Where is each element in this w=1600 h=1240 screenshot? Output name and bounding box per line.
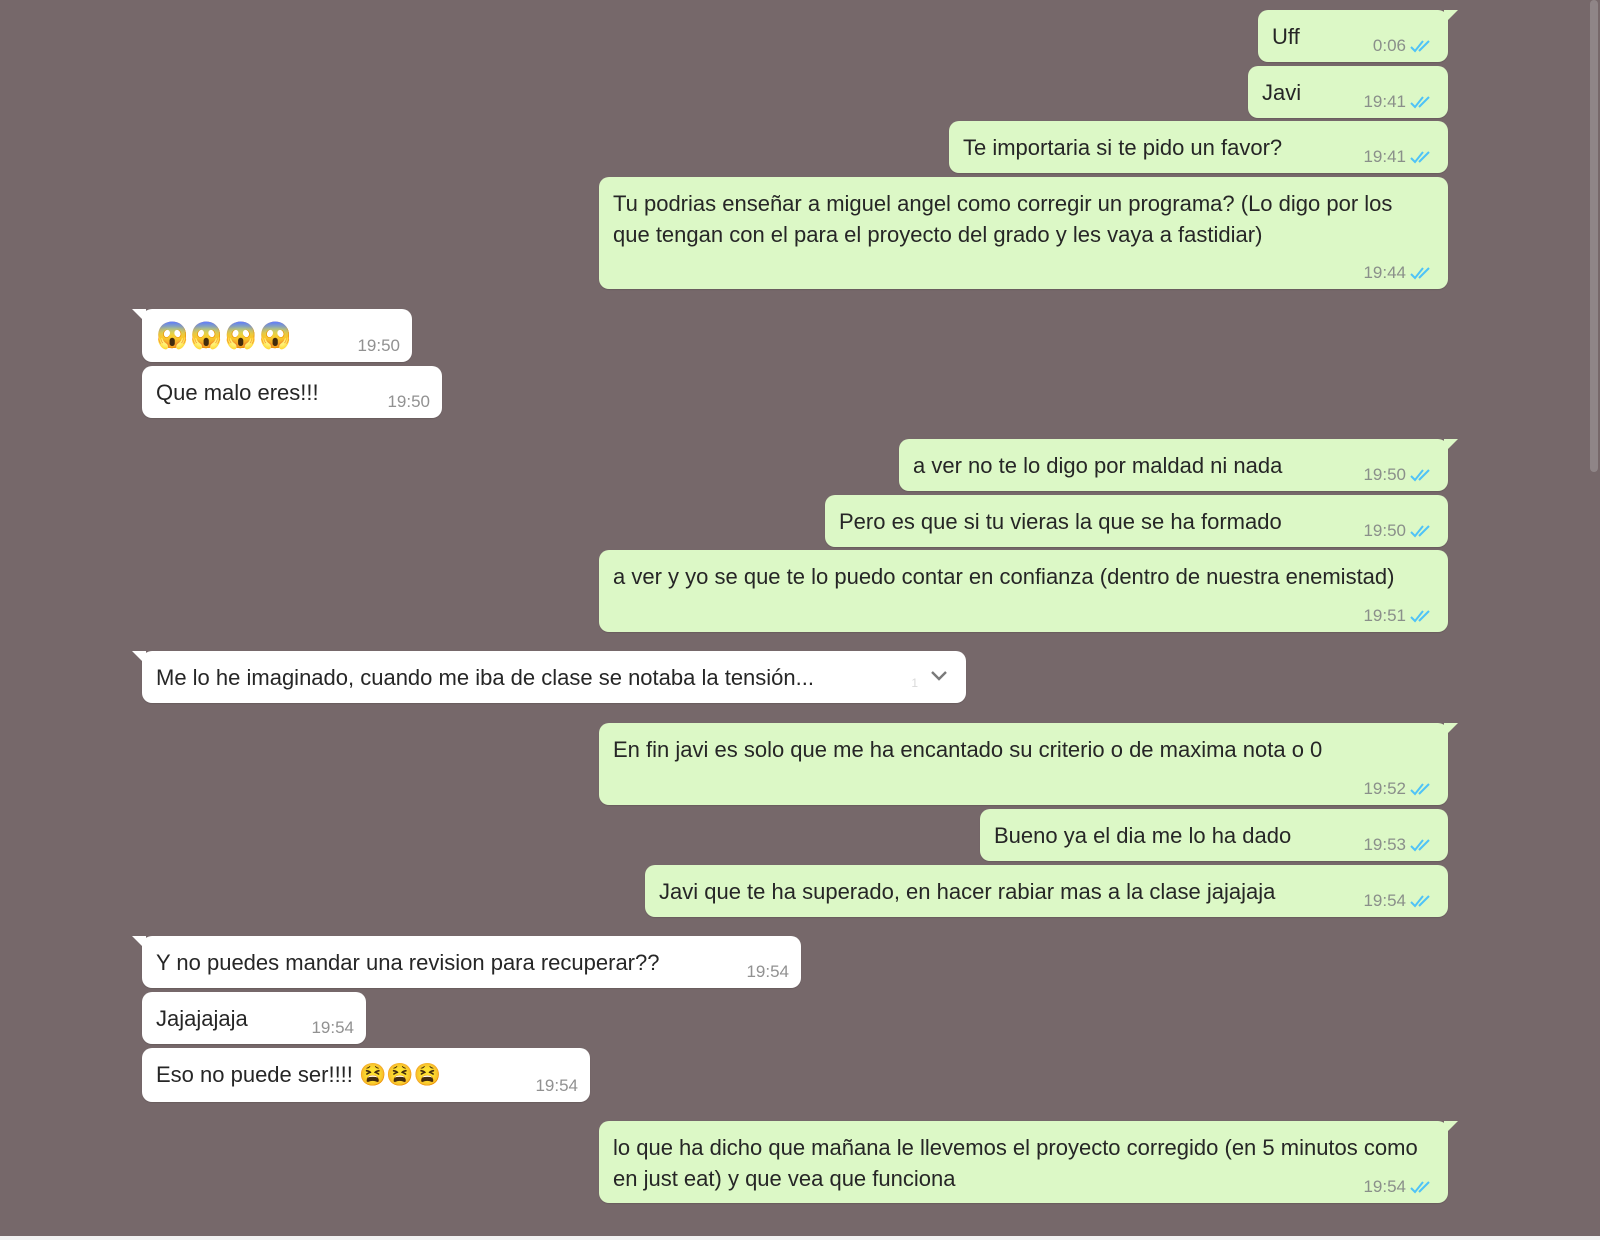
scrollbar-track[interactable]: [1588, 0, 1600, 1240]
message-text: Me lo he imaginado, cuando me iba de cla…: [156, 665, 814, 690]
message-meta: 19:50: [357, 336, 400, 356]
message-bubble-outgoing[interactable]: lo que ha dicho que mañana le llevemos e…: [599, 1121, 1458, 1203]
message-text: Tu podrias enseñar a miguel angel como c…: [613, 191, 1399, 247]
message-time: 19:54: [535, 1076, 578, 1095]
message-meta: 19:50: [1363, 521, 1436, 541]
message-meta: 19:44: [1363, 263, 1436, 283]
double-check-icon: [1410, 267, 1430, 280]
message-time: 19:54: [1363, 891, 1406, 910]
message-bubble-incoming[interactable]: Me lo he imaginado, cuando me iba de cla…: [132, 651, 966, 703]
double-check-icon: [1410, 151, 1430, 164]
message-bubble-incoming[interactable]: Y no puedes mandar una revision para rec…: [132, 936, 801, 988]
double-check-icon: [1410, 525, 1430, 538]
message-time: 19:54: [1363, 1177, 1406, 1196]
message-text: a ver y yo se que te lo puedo contar en …: [613, 564, 1395, 589]
double-check-icon: [1410, 895, 1430, 908]
message-text: Pero es que si tu vieras la que se ha fo…: [839, 509, 1282, 534]
message-bubble-outgoing[interactable]: Tu podrias enseñar a miguel angel como c…: [599, 177, 1448, 289]
message-bubble-outgoing[interactable]: Bueno ya el dia me lo ha dado 19:53: [980, 809, 1448, 861]
message-time: 19:44: [1363, 263, 1406, 282]
message-text: lo que ha dicho que mañana le llevemos e…: [613, 1135, 1424, 1191]
message-text: Javi que te ha superado, en hacer rabiar…: [659, 879, 1276, 904]
message-bubble-outgoing[interactable]: Te importaria si te pido un favor? 19:41: [949, 121, 1448, 173]
double-check-icon: [1410, 839, 1430, 852]
message-bubble-outgoing[interactable]: Pero es que si tu vieras la que se ha fo…: [825, 495, 1448, 547]
message-time: 19:41: [1363, 92, 1406, 111]
double-check-icon: [1410, 96, 1430, 109]
message-bubble-outgoing[interactable]: a ver no te lo digo por maldad ni nada 1…: [899, 439, 1458, 491]
message-time: 19:50: [387, 392, 430, 411]
message-time: 19:54: [311, 1018, 354, 1037]
message-meta: 19:41: [1363, 147, 1436, 167]
message-meta: 19:50: [1363, 465, 1436, 485]
scrollbar-thumb[interactable]: [1590, 0, 1598, 472]
message-time: 19:50: [1363, 521, 1406, 540]
message-meta: 19:51: [1363, 606, 1436, 626]
message-time: 19:50: [357, 336, 400, 355]
message-bubble-outgoing[interactable]: Uff 0:06: [1258, 10, 1458, 62]
message-time: 19:50: [1363, 465, 1406, 484]
message-bubble-outgoing[interactable]: Javi 19:41: [1248, 66, 1448, 118]
message-time: 19:54: [746, 962, 789, 981]
message-text: a ver no te lo digo por maldad ni nada: [913, 453, 1283, 478]
message-bubble-outgoing[interactable]: Javi que te ha superado, en hacer rabiar…: [645, 865, 1448, 917]
message-meta: 19:54: [1363, 891, 1436, 911]
message-bubble-incoming[interactable]: Eso no puede ser!!!! 😫😫😫 19:54: [142, 1048, 590, 1102]
message-bubble-outgoing[interactable]: En fin javi es solo que me ha encantado …: [599, 723, 1458, 805]
message-time: 19:53: [1363, 835, 1406, 854]
message-meta: 19:50: [387, 392, 430, 412]
message-faint-mark: 1: [911, 676, 918, 690]
message-text: En fin javi es solo que me ha encantado …: [613, 737, 1323, 762]
message-meta: 19:54: [311, 1018, 354, 1038]
message-bubble-incoming[interactable]: Jajajajaja 19:54: [142, 992, 366, 1044]
double-check-icon: [1410, 1181, 1430, 1194]
message-meta: 19:52: [1363, 779, 1436, 799]
message-bubble-outgoing[interactable]: a ver y yo se que te lo puedo contar en …: [599, 550, 1448, 632]
message-time: 0:06: [1372, 36, 1406, 55]
double-check-icon: [1410, 40, 1430, 53]
message-text: Y no puedes mandar una revision para rec…: [156, 950, 660, 975]
message-time: 19:51: [1363, 606, 1406, 625]
message-meta: 19:54: [1363, 1177, 1436, 1197]
message-meta: 0:06: [1373, 36, 1436, 56]
message-meta: 19:53: [1363, 835, 1436, 855]
chevron-down-icon[interactable]: [930, 669, 948, 683]
message-time: 19:41: [1363, 147, 1406, 166]
message-time: 19:52: [1363, 779, 1406, 798]
double-check-icon: [1410, 469, 1430, 482]
message-meta: 19:54: [535, 1076, 578, 1096]
double-check-icon: [1410, 783, 1430, 796]
message-meta: 19:54: [746, 962, 789, 982]
message-bubble-incoming[interactable]: Que malo eres!!! 19:50: [142, 366, 442, 418]
message-bubble-incoming[interactable]: 😱😱😱😱 19:50: [132, 309, 412, 362]
message-text: Eso no puede ser!!!! 😫😫😫: [156, 1062, 442, 1087]
bottom-edge: [0, 1236, 1600, 1240]
double-check-icon: [1410, 610, 1430, 623]
message-meta: 19:41: [1363, 92, 1436, 112]
